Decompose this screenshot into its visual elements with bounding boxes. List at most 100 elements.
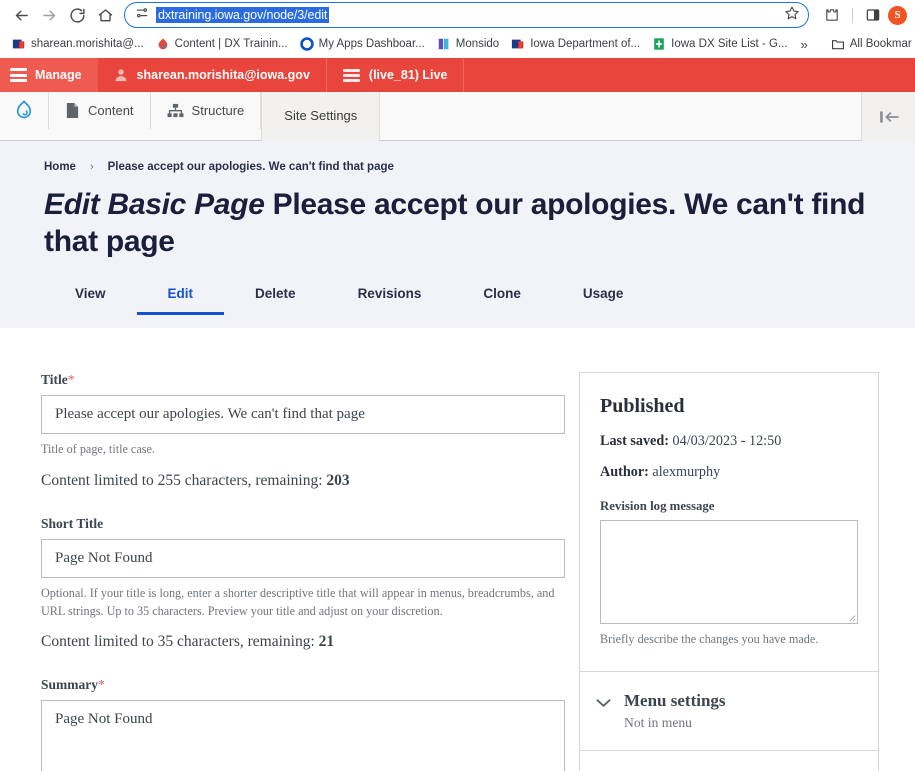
page-icon — [65, 102, 80, 119]
bookmark-label: Iowa DX Site List - G... — [671, 38, 787, 50]
field-summary: Summary* — [41, 677, 565, 771]
home-icon[interactable] — [92, 2, 118, 28]
resize-grip-icon[interactable] — [847, 613, 856, 622]
drupal-admin-toolbar: Manage sharean.morishita@iowa.gov (live_… — [0, 58, 915, 92]
node-edit-form: Title* Title of page, title case. Conten… — [0, 328, 915, 771]
node-tabs: View Edit Delete Revisions Clone Usage — [0, 260, 915, 315]
chevron-down-icon — [596, 695, 611, 713]
node-tabs-wrapper: View Edit Delete Revisions Clone Usage — [0, 260, 915, 328]
page-title-prefix: Edit Basic Page — [44, 188, 265, 221]
folder-icon — [831, 37, 845, 51]
revision-log-label: Revision log message — [600, 499, 858, 514]
sub-nav-site-settings-label: Site Settings — [284, 108, 357, 123]
admin-manage-button[interactable]: Manage — [0, 58, 98, 92]
bookmark-item[interactable]: Content | DX Trainin... — [150, 35, 294, 53]
field-short-title: Short Title Optional. If your title is l… — [41, 516, 565, 651]
title-counter-value: 203 — [326, 472, 349, 489]
summary-label: Summary* — [41, 677, 565, 693]
all-bookmarks-label: All Bookmar — [850, 38, 912, 50]
revision-log-textarea[interactable] — [600, 520, 858, 624]
menu-settings-subtitle: Not in menu — [624, 715, 726, 731]
all-bookmarks-button[interactable]: All Bookmar — [825, 35, 915, 53]
title-input[interactable] — [41, 395, 565, 434]
address-bar-text[interactable]: dxtraining.iowa.gov/node/3/edit — [156, 7, 329, 23]
admin-user-menu[interactable]: sharean.morishita@iowa.gov — [98, 58, 327, 92]
revision-log-help: Briefly describe the changes you have ma… — [600, 631, 858, 649]
side-panel-icon[interactable] — [860, 2, 886, 28]
short-title-description: Optional. If your title is long, enter a… — [41, 585, 565, 620]
status-badge: Published — [600, 395, 858, 418]
admin-environment-indicator[interactable]: (live_81) Live — [327, 58, 465, 92]
bookmark-star-icon[interactable] — [784, 5, 800, 26]
tab-view[interactable]: View — [44, 286, 137, 315]
menu-settings-title: Menu settings — [624, 691, 726, 711]
tab-delete[interactable]: Delete — [224, 286, 327, 315]
mail-icon — [12, 37, 26, 51]
menu-settings-section[interactable]: Menu settings Not in menu — [580, 671, 878, 750]
drupal-logo — [14, 100, 34, 122]
server-stack-icon — [343, 69, 360, 82]
bookmark-item[interactable]: Monsido — [431, 35, 505, 53]
author-row: Author: alexmurphy — [600, 464, 858, 481]
toolbar-collapse-button[interactable] — [861, 92, 915, 141]
tab-usage[interactable]: Usage — [552, 286, 655, 315]
bookmark-label: sharean.morishita@... — [31, 38, 144, 50]
bookmark-label: Content | DX Trainin... — [175, 38, 288, 50]
last-saved-label: Last saved: — [600, 433, 669, 449]
page-title: Edit Basic Page Please accept our apolog… — [44, 187, 871, 260]
node-meta-card: Published Last saved: 04/03/2023 - 12:50… — [579, 372, 879, 771]
last-saved-row: Last saved: 04/03/2023 - 12:50 — [600, 433, 858, 450]
title-label: Title* — [41, 372, 565, 388]
hamburger-icon — [10, 68, 27, 82]
admin-environment-label: (live_81) Live — [369, 68, 448, 82]
tab-revisions[interactable]: Revisions — [327, 286, 453, 315]
person-icon — [114, 67, 128, 83]
short-title-label: Short Title — [41, 516, 565, 532]
bookmark-item[interactable]: My Apps Dashboar... — [294, 35, 431, 53]
menu-settings-text: Menu settings Not in menu — [624, 691, 726, 731]
breadcrumb: Home › Please accept our apologies. We c… — [44, 161, 871, 173]
bookmark-item[interactable]: Iowa DX Site List - G... — [646, 35, 793, 53]
sitemap-icon — [167, 103, 184, 118]
summary-textarea[interactable] — [41, 700, 565, 771]
bookmarks-bar: sharean.morishita@... Content | DX Train… — [0, 30, 915, 58]
short-title-input[interactable] — [41, 539, 565, 578]
author-value: alexmurphy — [652, 464, 720, 480]
bookmarks-overflow-button[interactable]: » — [793, 37, 814, 52]
forward-icon[interactable] — [36, 2, 62, 28]
breadcrumb-item-home[interactable]: Home — [44, 161, 76, 173]
drupal-icon — [156, 37, 170, 51]
extensions-puzzle-icon[interactable] — [819, 2, 845, 28]
bookmark-label: Monsido — [456, 38, 499, 50]
mail-icon — [511, 37, 525, 51]
drupal-drop-icon[interactable] — [0, 92, 49, 129]
title-description: Title of page, title case. — [41, 441, 565, 459]
url-redirects-section[interactable]: URL redirects — [580, 750, 878, 771]
bookmark-label: Iowa Department of... — [530, 38, 640, 50]
bookmark-item[interactable]: Iowa Department of... — [505, 35, 646, 53]
field-title: Title* Title of page, title case. Conten… — [41, 372, 565, 490]
bookmark-item[interactable]: sharean.morishita@... — [6, 35, 150, 53]
sub-nav-structure[interactable]: Structure — [151, 92, 262, 129]
short-title-counter-text: Content limited to 35 characters, remain… — [41, 633, 319, 650]
admin-manage-label: Manage — [35, 68, 82, 82]
tab-edit[interactable]: Edit — [137, 286, 225, 315]
summary-label-text: Summary — [41, 677, 98, 692]
site-settings-icon[interactable] — [135, 6, 149, 25]
back-icon[interactable] — [8, 2, 34, 28]
publish-status-section: Published Last saved: 04/03/2023 - 12:50… — [580, 373, 878, 671]
author-label: Author: — [600, 464, 649, 480]
short-title-counter-value: 21 — [319, 633, 335, 650]
profile-avatar[interactable]: S — [888, 6, 907, 25]
address-bar[interactable]: dxtraining.iowa.gov/node/3/edit — [124, 2, 809, 28]
last-saved-value: 04/03/2023 - 12:50 — [673, 433, 782, 449]
bookmark-label: My Apps Dashboar... — [319, 38, 425, 50]
sub-nav-content[interactable]: Content — [49, 92, 151, 129]
summary-textarea-wrapper — [41, 700, 565, 771]
tab-clone[interactable]: Clone — [452, 286, 552, 315]
reload-icon[interactable] — [64, 2, 90, 28]
toolbar-divider — [852, 8, 853, 23]
chevron-right-icon: › — [90, 161, 94, 173]
sheets-icon — [652, 37, 666, 51]
required-marker: * — [98, 677, 105, 692]
